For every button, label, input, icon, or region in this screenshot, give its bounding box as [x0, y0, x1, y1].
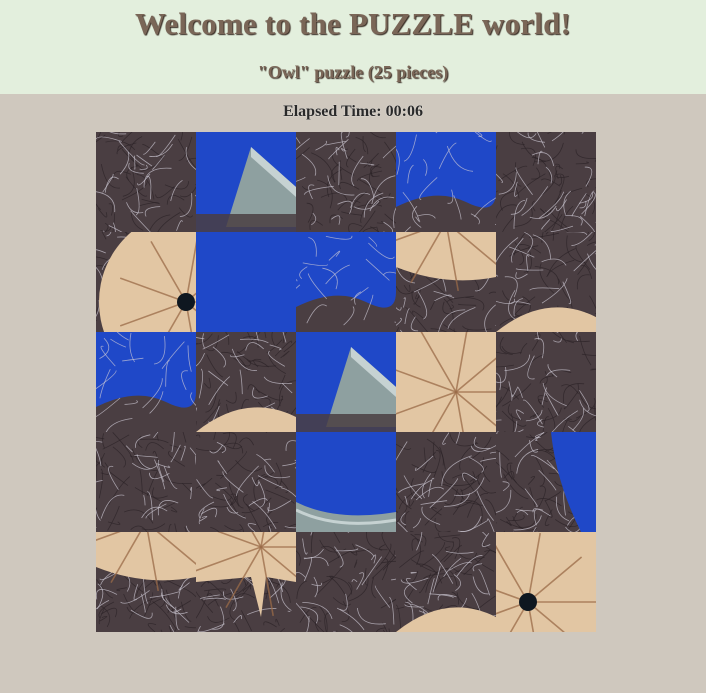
puzzle-tile[interactable] — [96, 332, 196, 432]
puzzle-tile[interactable] — [396, 132, 496, 232]
puzzle-tile[interactable] — [496, 432, 596, 532]
puzzle-board — [96, 132, 596, 632]
puzzle-tile[interactable] — [96, 232, 196, 332]
page-header: Welcome to the PUZZLE world! "Owl" puzzl… — [0, 0, 706, 94]
puzzle-tile[interactable] — [296, 432, 396, 532]
puzzle-tile[interactable] — [196, 232, 296, 332]
puzzle-tile[interactable] — [96, 432, 196, 532]
puzzle-tile[interactable] — [496, 132, 596, 232]
puzzle-tile[interactable] — [396, 532, 496, 632]
puzzle-tile[interactable] — [496, 532, 596, 632]
puzzle-tile[interactable] — [196, 432, 296, 532]
puzzle-tile[interactable] — [196, 532, 296, 632]
puzzle-tile[interactable] — [96, 132, 196, 232]
puzzle-tile[interactable] — [296, 132, 396, 232]
puzzle-tile[interactable] — [396, 432, 496, 532]
puzzle-tile[interactable] — [496, 232, 596, 332]
page-title: Welcome to the PUZZLE world! — [134, 6, 572, 41]
puzzle-tile[interactable] — [296, 332, 396, 432]
puzzle-tile[interactable] — [196, 132, 296, 232]
elapsed-time: Elapsed Time: 00:06 — [0, 103, 706, 121]
puzzle-tile[interactable] — [196, 332, 296, 432]
puzzle-tile[interactable] — [296, 532, 396, 632]
puzzle-tile[interactable] — [496, 332, 596, 432]
elapsed-time-value: 00:06 — [385, 103, 423, 120]
puzzle-tile[interactable] — [96, 532, 196, 632]
puzzle-tile[interactable] — [296, 232, 396, 332]
elapsed-time-label: Elapsed Time: — [283, 103, 382, 120]
puzzle-subtitle: "Owl" puzzle (25 pieces) — [257, 62, 449, 82]
puzzle-tile[interactable] — [396, 332, 496, 432]
puzzle-tile[interactable] — [396, 232, 496, 332]
